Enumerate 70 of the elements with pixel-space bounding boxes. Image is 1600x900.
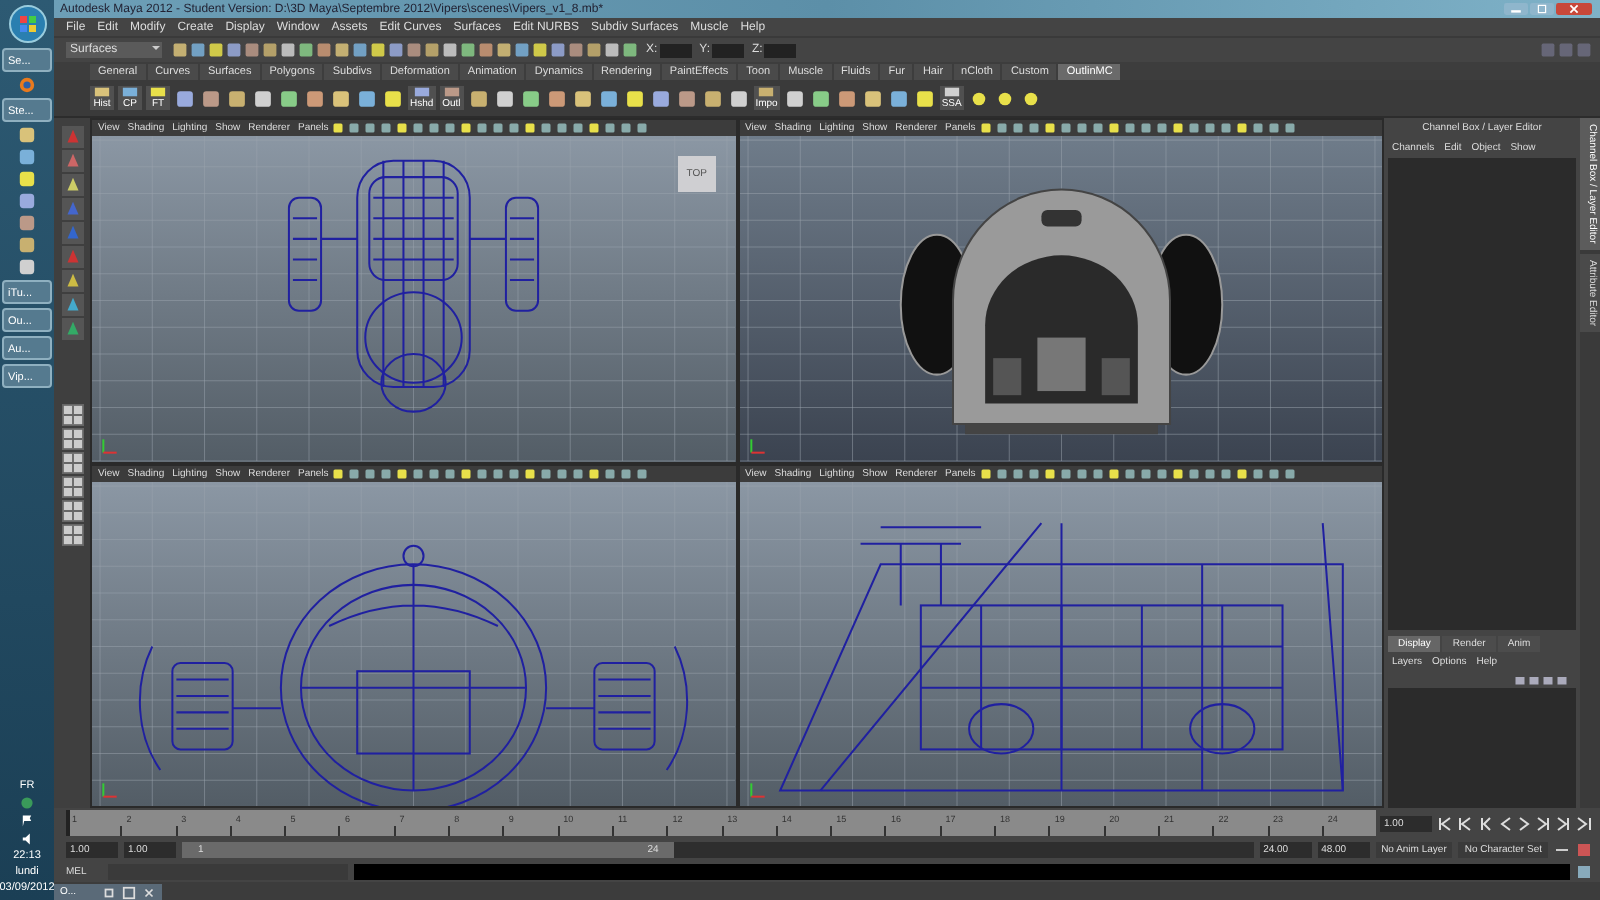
shelf-tool-icon[interactable]: [913, 87, 936, 109]
shelf-tool-icon[interactable]: [783, 87, 806, 109]
playback-button[interactable]: [1456, 815, 1472, 831]
shelf-tool-icon[interactable]: [382, 87, 404, 109]
shelf-tool-icon[interactable]: [252, 87, 274, 109]
tool-icon[interactable]: [61, 150, 83, 172]
axis-icon: [100, 435, 120, 455]
coordinate-field[interactable]: [659, 43, 692, 57]
shelf-tool-icon[interactable]: [571, 87, 594, 109]
shelf-tool-icon[interactable]: [809, 87, 832, 109]
preferences-icon[interactable]: [1576, 841, 1592, 857]
playback-button[interactable]: [1556, 815, 1572, 831]
close-button[interactable]: [1556, 2, 1592, 16]
browser-icon[interactable]: [18, 76, 36, 94]
shelf-icon: [756, 86, 777, 98]
shelf-tool-icon[interactable]: [887, 87, 910, 109]
tool-icon[interactable]: [61, 294, 83, 316]
axis-icon: [100, 780, 120, 800]
close-button[interactable]: [142, 885, 156, 899]
tool-icon[interactable]: [61, 174, 83, 196]
shelf-tool-icon[interactable]: [861, 87, 884, 109]
shelf-tool-icon[interactable]: [493, 87, 516, 109]
playback-button[interactable]: [1536, 815, 1552, 831]
shelf-tool-icon[interactable]: [993, 87, 1016, 109]
layout-icon[interactable]: [61, 428, 83, 450]
coordinate-field[interactable]: [712, 43, 745, 57]
shelf-tool-icon[interactable]: [835, 87, 858, 109]
shelf-tool-icon[interactable]: [174, 87, 196, 109]
tool-icon[interactable]: [61, 270, 83, 292]
playback-button[interactable]: [1476, 815, 1492, 831]
speaker-icon[interactable]: [20, 832, 34, 846]
coordinate-field[interactable]: [764, 43, 797, 57]
shelf-tool-icon[interactable]: [967, 87, 990, 109]
flag-icon[interactable]: [20, 814, 34, 828]
layout-icon[interactable]: [61, 404, 83, 426]
shelf-tool-icon[interactable]: [623, 87, 646, 109]
axis-icon: [747, 435, 767, 455]
shelf-tool-icon[interactable]: [278, 87, 300, 109]
shelf-icon: [941, 86, 962, 98]
shelf-tool-icon[interactable]: [519, 87, 542, 109]
shelf-tool-icon[interactable]: [727, 87, 750, 109]
minimize-button[interactable]: [1504, 2, 1528, 16]
shelf-tool-icon[interactable]: [675, 87, 698, 109]
shelf-tool-icon[interactable]: [304, 87, 326, 109]
shelf-tool-icon[interactable]: [356, 87, 378, 109]
shelf-tool-icon[interactable]: [330, 87, 352, 109]
script-editor-icon[interactable]: [1576, 863, 1592, 879]
axis-icon: [747, 780, 767, 800]
current-frame-marker[interactable]: [66, 810, 70, 836]
start-button[interactable]: [7, 4, 47, 44]
shelf-tool-icon[interactable]: [226, 87, 248, 109]
shelf-tool-icon[interactable]: [649, 87, 672, 109]
layout-icon[interactable]: [61, 500, 83, 522]
maximize-button[interactable]: [122, 885, 136, 899]
layout-icon[interactable]: [61, 524, 83, 546]
playback-button[interactable]: [1576, 815, 1592, 831]
shelf-tool-icon[interactable]: [701, 87, 724, 109]
restore-button[interactable]: [102, 885, 116, 899]
maximize-button[interactable]: [1530, 2, 1554, 16]
shelf-tool-icon[interactable]: [1019, 87, 1042, 109]
tool-icon[interactable]: [61, 318, 83, 340]
shelf-icon: [441, 86, 462, 98]
shelf-tool-icon[interactable]: [467, 87, 490, 109]
playback-button[interactable]: [1436, 815, 1452, 831]
shelf-tool-icon[interactable]: [597, 87, 620, 109]
shelf-icon: [411, 86, 432, 98]
layout-icon[interactable]: [61, 476, 83, 498]
layout-icon[interactable]: [61, 452, 83, 474]
shelf-tool-icon[interactable]: [200, 87, 222, 109]
shelf-tool-icon[interactable]: [545, 87, 568, 109]
